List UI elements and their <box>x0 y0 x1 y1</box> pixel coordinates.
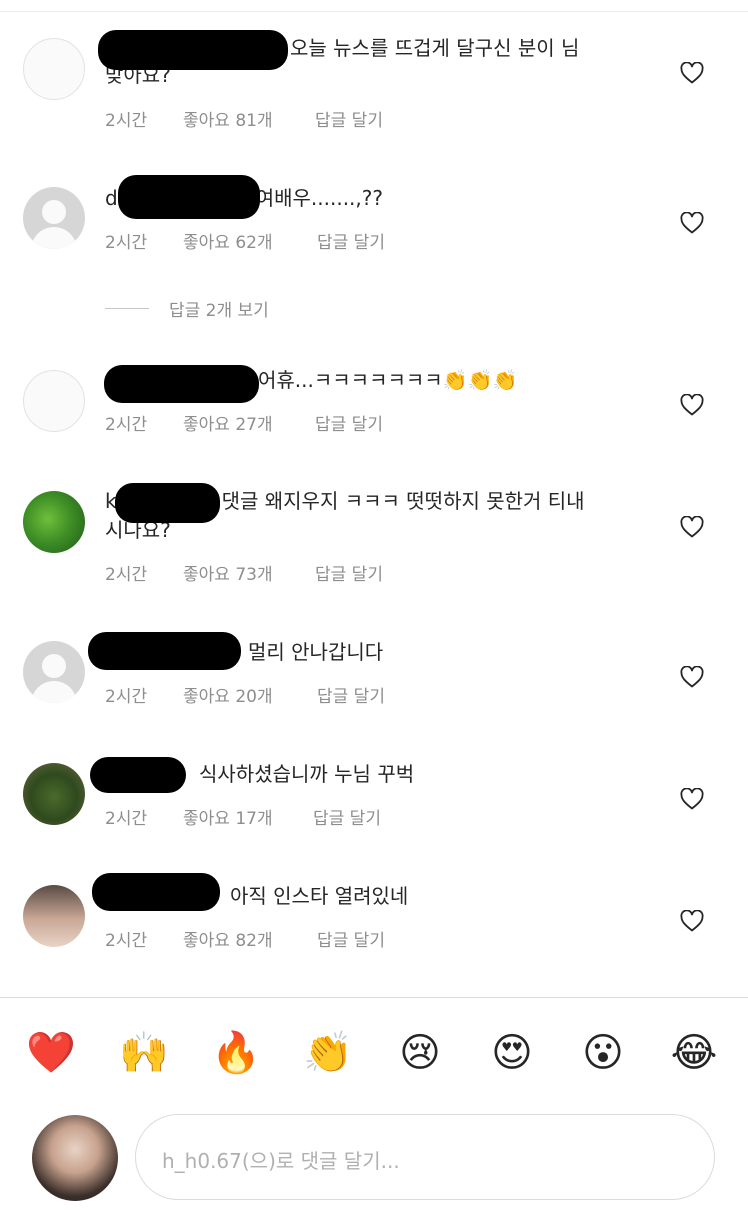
comment-text: 댓글 왜지우지 ㅋㅋㅋ 떳떳하지 못한거 티내 <box>221 489 585 513</box>
comment-likes[interactable]: 좋아요 17개 <box>183 804 273 829</box>
current-user-avatar <box>32 1115 118 1201</box>
comment-time: 2시간 <box>105 565 148 585</box>
reply-button[interactable]: 답글 달기 <box>313 804 381 829</box>
emoji-crying[interactable]: 😢 <box>392 1025 448 1081</box>
emoji-laughing[interactable]: 😂 <box>666 1025 722 1081</box>
emoji-clap[interactable]: 👏 <box>300 1025 356 1081</box>
username-prefix: d <box>105 186 118 210</box>
avatar[interactable] <box>23 763 85 825</box>
emoji-fire[interactable]: 🔥 <box>208 1025 264 1081</box>
redacted-username <box>118 175 260 219</box>
comment-text: 여배우.......,?? <box>255 186 383 210</box>
comment-likes[interactable]: 좋아요 27개 <box>183 410 273 435</box>
comment-text: 식사하셨습니까 누님 꾸벅 <box>199 762 415 786</box>
comment-likes[interactable]: 좋아요 81개 <box>183 106 273 131</box>
avatar[interactable] <box>23 187 85 249</box>
comment-time: 2시간 <box>105 111 148 131</box>
comment-likes[interactable]: 좋아요 20개 <box>183 682 273 707</box>
avatar[interactable] <box>23 38 85 100</box>
emoji-surprised[interactable]: 😮 <box>575 1025 631 1081</box>
comment-text: 아직 인스타 열려있네 <box>230 884 409 908</box>
redacted-username <box>115 483 220 523</box>
emoji-heart-eyes[interactable]: 😍 <box>484 1025 540 1081</box>
heart-outline-icon[interactable] <box>680 62 704 84</box>
avatar[interactable] <box>23 370 85 432</box>
comment-text: 오늘 뉴스를 뜨겁게 달구신 분이 님 <box>290 36 580 60</box>
comment-input[interactable]: h_h0.67(으)로 댓글 달기... <box>135 1114 715 1200</box>
comment-text: 어휴...ㅋㅋㅋㅋㅋㅋㅋ👏👏👏 <box>258 368 518 392</box>
reply-button[interactable]: 답글 달기 <box>317 682 385 707</box>
comment-input-placeholder: h_h0.67(으)로 댓글 달기... <box>162 1149 400 1173</box>
heart-outline-icon[interactable] <box>680 910 704 932</box>
comment-likes[interactable]: 좋아요 82개 <box>183 926 273 951</box>
composer-divider <box>0 997 748 998</box>
comment-time: 2시간 <box>105 415 148 435</box>
comment-time: 2시간 <box>105 931 148 951</box>
comment-time: 2시간 <box>105 233 148 253</box>
redacted-username <box>90 757 186 793</box>
heart-outline-icon[interactable] <box>680 666 704 688</box>
avatar[interactable] <box>23 641 85 703</box>
replies-line <box>105 308 149 309</box>
redacted-username <box>88 632 241 670</box>
redacted-username <box>98 30 288 70</box>
heart-outline-icon[interactable] <box>680 394 704 416</box>
reply-button[interactable]: 답글 달기 <box>315 560 383 585</box>
avatar[interactable] <box>23 885 85 947</box>
reply-button[interactable]: 답글 달기 <box>317 926 385 951</box>
heart-outline-icon[interactable] <box>680 516 704 538</box>
avatar[interactable] <box>23 491 85 553</box>
heart-outline-icon[interactable] <box>680 788 704 810</box>
reply-button[interactable]: 답글 달기 <box>317 228 385 253</box>
emoji-heart[interactable]: ❤️ <box>23 1025 79 1081</box>
view-replies-label: 답글 2개 보기 <box>169 301 269 321</box>
comment-likes[interactable]: 좋아요 62개 <box>183 228 273 253</box>
reply-button[interactable]: 답글 달기 <box>315 106 383 131</box>
top-divider <box>0 11 748 12</box>
redacted-username <box>104 365 259 403</box>
emoji-raising-hands[interactable]: 🙌 <box>116 1025 172 1081</box>
reply-button[interactable]: 답글 달기 <box>315 410 383 435</box>
comment-likes[interactable]: 좋아요 73개 <box>183 560 273 585</box>
quick-emoji-bar: ❤️ 🙌 🔥 👏 😢 😍 😮 😂 <box>0 1025 748 1081</box>
redacted-username <box>92 873 220 911</box>
comment-text: 멀리 안나갑니다 <box>248 640 384 664</box>
comment-time: 2시간 <box>105 687 148 707</box>
comment-time: 2시간 <box>105 809 148 829</box>
heart-outline-icon[interactable] <box>680 212 704 234</box>
